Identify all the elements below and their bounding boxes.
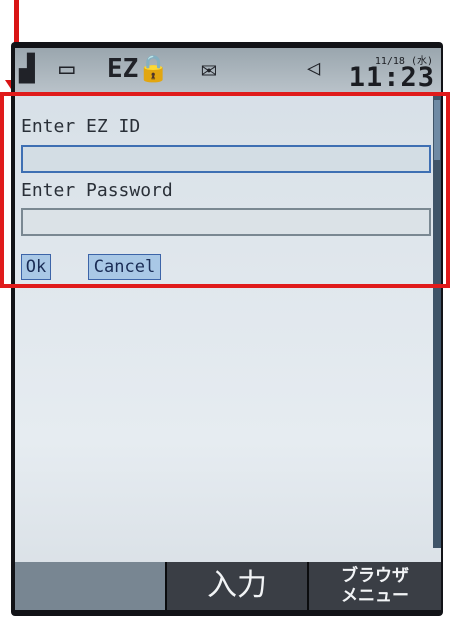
signal-icon: ▟ [19,54,35,84]
annotation-highlight-box [0,92,450,288]
lock-icon: 🔒 [137,54,170,84]
status-clock: 11:23 [348,62,435,93]
softkey-input[interactable]: 入力 [167,562,309,610]
ez-badge: EZ [107,54,139,84]
status-bar: ▟ ▭ EZ 🔒 ✉ ◁ 11/18 (水) 11:23 [15,48,441,93]
softkey-browser-menu[interactable]: ブラウザ メニュー [309,562,441,610]
softkey-left[interactable] [15,562,167,610]
softkey-browser-menu-line2: メニュー [341,586,409,606]
mail-icon: ✉ [201,54,217,84]
battery-icon: ▭ [59,54,75,84]
softkey-bar: 入力 ブラウザ メニュー [15,562,441,610]
back-triangle-icon: ◁ [307,56,321,81]
softkey-browser-menu-line1: ブラウザ [341,566,409,586]
